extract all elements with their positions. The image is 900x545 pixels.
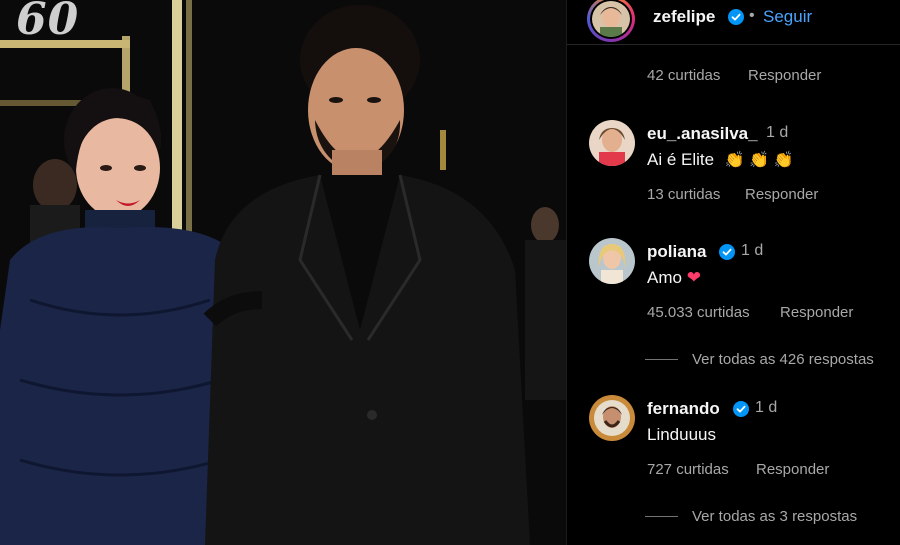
background-number: 60 [16, 0, 80, 45]
comment-text: Linduuus [647, 425, 717, 444]
commenter-username[interactable]: poliana [647, 242, 707, 262]
comment-text: Ai é Elite 👏 👏 👏 [647, 150, 793, 170]
header-divider [567, 44, 900, 45]
comments-panel: zefelipe • Seguir 42 curtidas Responder … [566, 0, 900, 545]
avatar-image [592, 1, 630, 37]
reply-button[interactable]: Responder [780, 304, 853, 321]
commenter-username[interactable]: eu_.anasilva_ [647, 124, 758, 144]
comment-likes[interactable]: 45.033 curtidas [647, 304, 750, 321]
author-avatar[interactable] [587, 0, 635, 42]
avatar-image [589, 120, 635, 166]
avatar-image [589, 395, 635, 441]
avatar-image [589, 238, 635, 284]
comment-time: 1 d [755, 399, 778, 416]
comment-time: 1 d [741, 242, 764, 259]
view-replies-button[interactable]: Ver todas as 426 respostas [645, 351, 874, 368]
view-replies-label: Ver todas as 426 respostas [692, 351, 874, 368]
comment-likes[interactable]: 727 curtidas [647, 461, 729, 478]
verified-icon [728, 9, 744, 25]
comment-body: Ai é Elite [647, 150, 715, 169]
separator-dot: • [749, 7, 755, 24]
comment-likes[interactable]: 42 curtidas [647, 67, 720, 84]
follow-button[interactable]: Seguir [763, 7, 812, 27]
comment-time: 1 d [766, 124, 789, 141]
author-username[interactable]: zefelipe [653, 7, 715, 27]
post-photo: 60 [0, 0, 566, 545]
heart-emoji: ❤ [686, 268, 701, 287]
view-replies-button[interactable]: Ver todas as 3 respostas [645, 508, 857, 525]
verified-icon [733, 401, 749, 417]
comment-body: Amo [647, 268, 682, 287]
post-header: zefelipe • Seguir [567, 0, 900, 50]
view-replies-label: Ver todas as 3 respostas [692, 508, 858, 525]
comment-likes[interactable]: 13 curtidas [647, 186, 720, 203]
reply-button[interactable]: Responder [745, 186, 818, 203]
reply-button[interactable]: Responder [756, 461, 829, 478]
photo-illustration [0, 0, 566, 545]
comment-text: Amo ❤ [647, 268, 701, 288]
commenter-avatar[interactable] [589, 395, 635, 441]
reply-button[interactable]: Responder [748, 67, 821, 84]
replies-divider-line [645, 516, 678, 517]
replies-divider-line [645, 359, 678, 360]
clap-emoji: 👏 👏 👏 [724, 152, 794, 169]
commenter-avatar[interactable] [589, 238, 635, 284]
commenter-avatar[interactable] [589, 120, 635, 166]
verified-icon [719, 244, 735, 260]
commenter-username[interactable]: fernando [647, 399, 720, 419]
